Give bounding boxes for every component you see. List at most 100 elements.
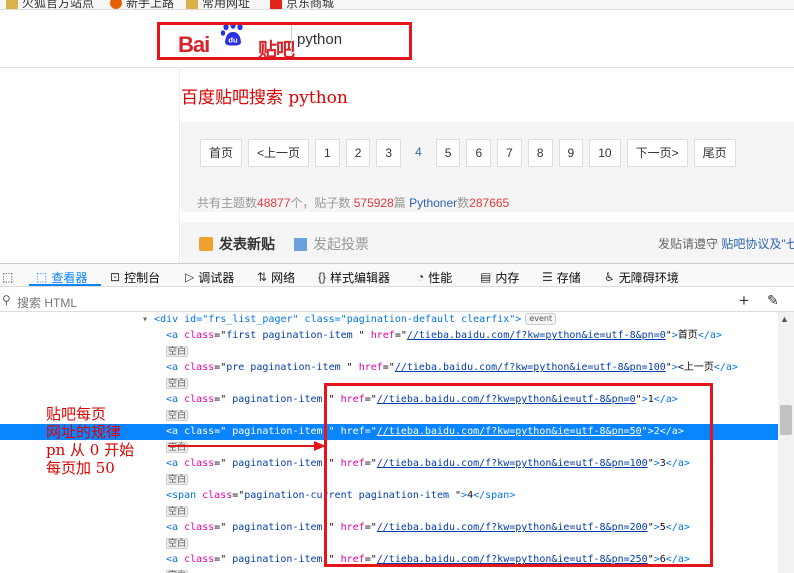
annotation-box-links [324,383,713,567]
end-tag: </a> [713,362,738,373]
class-value: pagination-item [226,554,329,565]
class-value: pagination-item [226,426,329,437]
attr-name: class [184,426,215,437]
member-count: 287665 [469,196,510,210]
edit-icon [199,237,213,251]
left-column [0,69,180,264]
style-editor-icon: {} [318,270,327,284]
annotation-arrow [168,441,326,451]
page-number[interactable]: 5 [435,139,461,167]
tag-open: <a [166,522,185,533]
console-icon: ⊡ [110,270,121,284]
href-link[interactable]: //tieba.baidu.com/f?kw=python&ie=utf-8&p… [407,330,666,341]
tab-network[interactable]: ⇅ 网络 [257,267,295,287]
accessibility-icon: ♿ [604,270,615,284]
bookmark-item[interactable]: 火狐官方站点 [6,0,94,9]
bookmark-item[interactable]: 新手上路 [110,0,174,9]
markup-row[interactable]: <a class="pre pagination-item " href="//… [0,360,778,376]
page-number[interactable]: 10 [589,139,621,167]
attr-name: class [184,554,215,565]
folder-icon [6,0,18,9]
inspector-icon: ⬚ [36,270,48,284]
page-number[interactable]: 3 [376,139,402,167]
attr-eq: =" [214,426,227,437]
bookmark-item[interactable]: 京东商城 [270,0,334,9]
page-next-button[interactable]: 下一页> [626,139,688,167]
attr-eq: =" [214,394,227,405]
page-number[interactable]: 1 [315,139,340,167]
attr-eq: =" [214,458,227,469]
tab-accessibility[interactable]: ♿ 无障碍环境 [604,267,679,287]
markup-row-pager-div[interactable]: ▾ <div id="frs_list_pager" class="pagina… [0,312,778,328]
page-last-button[interactable]: 尾页 [693,139,736,167]
attr-name: class [184,330,215,341]
page-number[interactable]: 9 [558,139,584,167]
annotation-title: 百度贴吧搜索 python [181,88,348,108]
member-label[interactable]: Pythoner [409,196,457,210]
end-tag: </a> [697,330,722,341]
element-text: <上一页 [677,362,714,373]
storage-icon: ☰ [542,270,553,284]
tab-debugger[interactable]: ▷ 调试器 [185,267,234,287]
bookmark-item[interactable]: 常用网址 [186,0,250,9]
topic-count: 48877 [257,196,291,210]
new-post-button[interactable]: 发表新贴 [199,234,275,254]
forum-stats: 共有主题数48877个，贴子数 575928篇 Pythoner数287665 [197,196,510,210]
element-text: 首页 [677,330,698,341]
page-number[interactable]: 8 [527,139,553,167]
whitespace-badge: 空白 [166,474,189,485]
tab-console[interactable]: ⊡ 控制台 [110,267,160,287]
tag-open: <a [166,394,185,405]
tag-open: <a [166,362,185,373]
attr-name: class [202,490,233,501]
page-prev-button[interactable]: <上一页 [248,139,310,167]
whitespace-badge: 空白 [166,506,189,517]
class-value: pagination-item [226,458,329,469]
whitespace-badge: 空白 [166,410,189,421]
chart-icon [294,237,307,251]
start-vote-button[interactable]: 发起投票 [294,234,369,254]
firefox-icon [110,0,122,9]
markup-scrollbar[interactable] [778,312,794,573]
tag-open: <span [166,490,203,501]
html-search-input[interactable]: 搜索 HTML [17,294,77,311]
page-number[interactable]: 6 [466,139,492,167]
bookmarks-bar: 火狐官方站点 新手上路 常用网址 京东商城 [0,0,794,10]
tab-memory[interactable]: ▤ 内存 [480,267,519,287]
attr-name: class [184,394,215,405]
markup-row[interactable]: <a class="first pagination-item " href="… [0,328,778,344]
event-badge[interactable]: event [525,313,557,325]
eyedropper-icon[interactable]: ✎ [767,292,779,309]
scroll-up-arrow-icon[interactable]: ▲ [780,314,789,324]
attr-eq: =" [394,330,407,341]
scroll-thumb[interactable] [780,405,792,435]
performance-icon: ◔ [417,270,425,284]
attr-name: class [184,458,215,469]
page-number[interactable]: 2 [345,139,371,167]
tab-performance[interactable]: ◔ 性能 [417,267,452,287]
class-value: pagination-item [226,522,329,533]
rules-link[interactable]: 贴吧协议及"七 [721,237,794,251]
page-first-button[interactable]: 首页 [200,139,243,167]
annotation-note: 贴吧每页 网址的规律 pn 从 0 开始 每页加 50 [46,405,135,477]
attr-name: class [184,522,215,533]
page-number[interactable]: 7 [497,139,522,167]
whitespace-badge: 空白 [166,538,189,549]
jd-icon [270,0,282,9]
post-count: 575928 [353,196,394,210]
attr-eq: =" [214,522,227,533]
attr-name: href [364,330,395,341]
class-value: pre pagination-item [226,362,347,373]
tab-storage[interactable]: ☰ 存储 [542,267,581,287]
href-link[interactable]: //tieba.baidu.com/f?kw=python&ie=utf-8&p… [395,362,666,373]
pagination: 首页 <上一页 1 2 3 4 5 6 7 8 9 10 下一页> 尾页 [200,139,736,169]
tag-open: <a [166,554,185,565]
html-search-bar[interactable] [0,288,794,312]
attr-eq: =" [214,554,227,565]
tag-open: <a [166,458,185,469]
pick-element-icon: ⬚ [2,270,14,284]
tab-style-editor[interactable]: {} 样式编辑器 [318,267,390,287]
pick-element-button[interactable]: ⬚ [2,267,13,287]
attr-eq: =" [214,330,227,341]
add-node-button[interactable]: + [739,291,749,311]
